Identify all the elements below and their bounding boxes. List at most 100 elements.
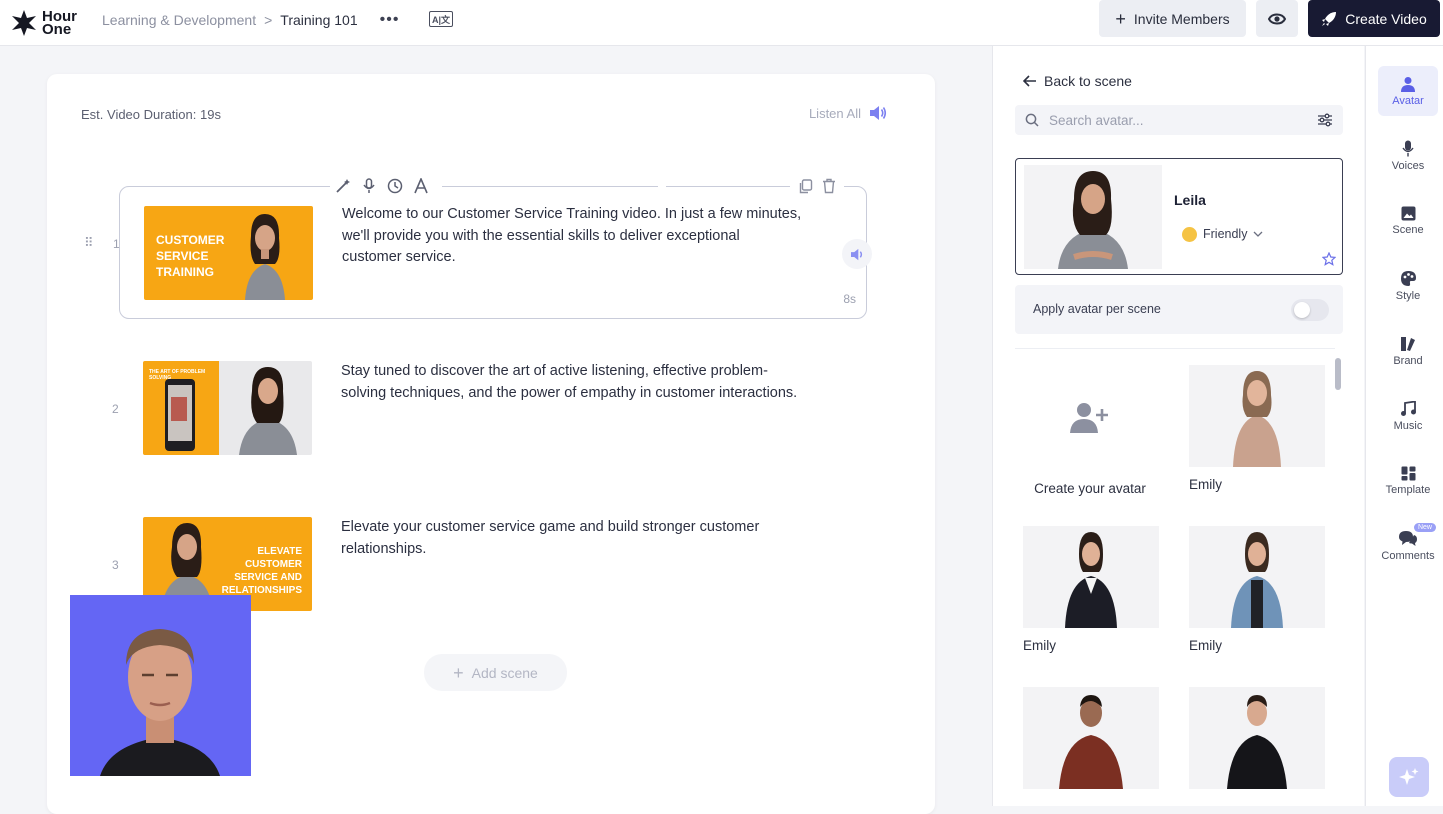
avatar-figure (1065, 532, 1117, 628)
breadcrumb-current[interactable]: Training 101 (280, 12, 357, 28)
filter-sliders-icon[interactable] (1317, 113, 1333, 127)
webcam-preview[interactable] (70, 595, 251, 776)
avatar-grid: Create your avatar Emily Emily Emily (1015, 348, 1335, 806)
avatar-list-scrollbar[interactable] (1335, 358, 1341, 390)
avatar-card[interactable]: Emily (1181, 510, 1331, 660)
rocket-icon (1322, 11, 1337, 26)
microphone-icon (1402, 140, 1414, 157)
right-tool-rail: Avatar Voices Scene Style Brand Music Te… (1365, 46, 1443, 806)
rail-label: Brand (1393, 354, 1423, 367)
rail-item-voices[interactable]: Voices (1378, 131, 1438, 181)
create-avatar-label: Create your avatar (1034, 481, 1146, 496)
selected-avatar-photo (1024, 165, 1162, 269)
avatar-photo (1189, 365, 1325, 467)
invite-members-button[interactable]: + Invite Members (1099, 0, 1246, 37)
scene-1[interactable]: ⠿ 1 Customer Service Training Welcome to… (84, 175, 872, 319)
thumbnail-title: Customer Service Training (156, 233, 225, 279)
ai-assistant-button[interactable] (1389, 757, 1429, 797)
trash-icon[interactable] (818, 175, 840, 197)
more-options-button[interactable]: ••• (380, 11, 400, 29)
avatar-search (1015, 105, 1343, 135)
speaker-icon (850, 248, 862, 260)
scene-2[interactable]: 2 The art of problem solving Stay tuned … (112, 358, 867, 458)
avatar-panel: Back to scene Leila Friendly Apply avata… (992, 46, 1364, 806)
rail-label: Music (1393, 419, 1423, 432)
presenter-figure (100, 629, 220, 776)
avatar-card[interactable]: Emily (1015, 510, 1165, 660)
avatar-figure (1058, 171, 1128, 269)
scene-number: 1 (113, 237, 120, 251)
scene-number: 3 (112, 558, 119, 572)
avatar-figure (239, 367, 297, 455)
avatar-card[interactable] (1015, 671, 1165, 806)
scene-thumbnail[interactable]: Customer Service Training (144, 206, 313, 300)
scene-thumbnail[interactable]: The art of problem solving (143, 361, 312, 455)
rail-item-template[interactable]: Template (1378, 456, 1438, 506)
apply-avatar-toggle[interactable] (1291, 299, 1329, 321)
back-to-scene-link[interactable]: Back to scene (1023, 73, 1132, 89)
palette-icon (1400, 271, 1416, 286)
breadcrumb-parent[interactable]: Learning & Development (102, 12, 256, 28)
rail-item-brand[interactable]: Brand (1378, 326, 1438, 376)
avatar-card[interactable] (1181, 671, 1331, 806)
rail-item-music[interactable]: Music (1378, 391, 1438, 441)
scene-script-text[interactable]: Stay tuned to discover the art of active… (341, 361, 801, 404)
create-video-button[interactable]: Create Video (1308, 0, 1440, 37)
person-icon (1401, 76, 1415, 92)
scene-actions (790, 175, 844, 197)
text-style-icon[interactable] (408, 175, 434, 197)
rail-item-scene[interactable]: Scene (1378, 196, 1438, 246)
avatar-name: Emily (1189, 638, 1222, 653)
phone-illustration (165, 379, 195, 451)
avatar-name: Emily (1023, 638, 1056, 653)
sparkle-icon (1399, 768, 1419, 785)
rail-item-avatar[interactable]: Avatar (1378, 66, 1438, 116)
rail-item-comments[interactable]: New Comments (1378, 521, 1438, 571)
rail-label: Voices (1391, 160, 1425, 172)
eye-icon (1268, 13, 1286, 24)
top-header: Hour One Learning & Development > Traini… (0, 0, 1443, 46)
hour-one-logo[interactable]: Hour One (10, 5, 77, 41)
avatar-photo (1023, 687, 1159, 789)
avatar-name: Emily (1189, 477, 1222, 492)
search-input[interactable] (1049, 112, 1307, 128)
listen-all-button[interactable]: Listen All (809, 105, 887, 121)
chevron-down-icon (1254, 231, 1263, 237)
toolbar-divider (442, 185, 658, 187)
template-icon (1401, 466, 1415, 481)
plus-icon: + (1115, 8, 1126, 29)
add-user-icon (1070, 403, 1108, 433)
clock-icon[interactable] (382, 175, 408, 197)
scene-toolbar (330, 175, 666, 197)
rail-item-style[interactable]: Style (1378, 261, 1438, 311)
create-avatar-card[interactable]: Create your avatar (1015, 349, 1165, 499)
breadcrumb-separator: > (264, 12, 273, 28)
apply-avatar-per-scene-row: Apply avatar per scene (1015, 285, 1343, 334)
magic-wand-icon[interactable] (330, 175, 356, 197)
selected-avatar-card[interactable]: Leila Friendly (1015, 158, 1343, 275)
microphone-icon[interactable] (356, 175, 382, 197)
create-video-label: Create Video (1345, 10, 1427, 27)
duplicate-icon[interactable] (794, 175, 816, 197)
back-to-scene-label: Back to scene (1044, 73, 1132, 89)
add-scene-button[interactable]: + Add scene (424, 654, 567, 691)
smiley-icon (1182, 226, 1197, 242)
language-icon[interactable]: A|文 (429, 11, 453, 27)
apply-avatar-label: Apply avatar per scene (1033, 302, 1161, 316)
listen-all-label: Listen All (808, 105, 861, 121)
scene-script-text[interactable]: Elevate your customer service game and b… (341, 517, 801, 560)
brand-icon (1401, 336, 1415, 351)
avatar-card[interactable]: Emily (1181, 349, 1331, 499)
drag-handle-icon[interactable]: ⠿ (84, 235, 93, 251)
avatar-figure (1227, 695, 1287, 789)
thumbnail-panel: The art of problem solving (143, 361, 219, 455)
mood-dropdown[interactable]: Friendly (1174, 221, 1271, 247)
preview-button[interactable] (1256, 0, 1298, 37)
video-duration: Est. Video Duration: 19s (81, 107, 221, 122)
play-scene-button[interactable] (842, 239, 872, 269)
thumbnail-title: Elevate Customer Service and Relationshi… (221, 546, 302, 596)
favorite-star-icon[interactable] (1322, 252, 1336, 266)
breadcrumb: Learning & Development > Training 101 ••… (102, 11, 399, 29)
scene-script-text[interactable]: Welcome to our Customer Service Training… (342, 204, 802, 269)
plus-icon: + (453, 662, 464, 683)
